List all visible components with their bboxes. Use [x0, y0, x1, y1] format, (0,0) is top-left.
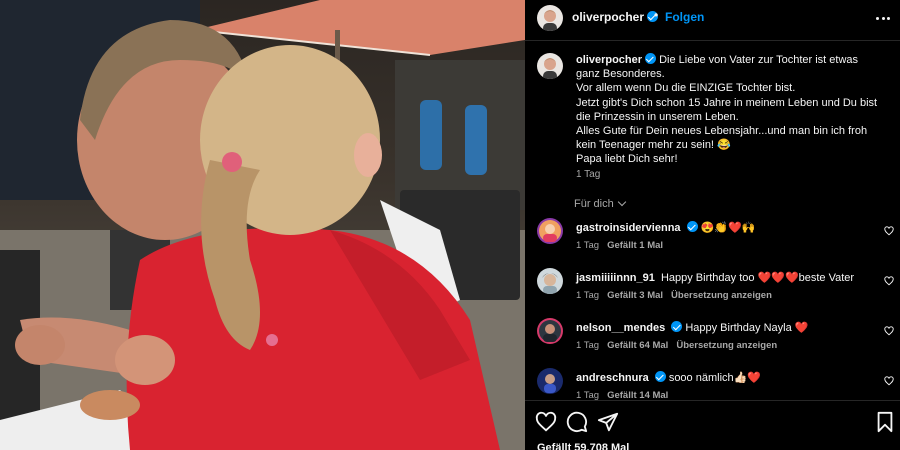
comment-username[interactable]: gastroinsidervienna [576, 222, 681, 234]
comment-text: nelson__mendes Happy Birthday Nayla ❤️ [576, 321, 808, 334]
post-photo[interactable] [0, 0, 525, 450]
caption-line: die Prinzessin in unserem Leben. [576, 110, 739, 123]
caption-line: Jetzt gibt's Dich schon 15 Jahre in mein… [576, 96, 878, 109]
comment-text: andreschnura sooo nämlich👍🏻❤️ [576, 371, 761, 384]
photo-illustration [0, 0, 525, 450]
comment-sort-dropdown[interactable]: Für dich [574, 197, 626, 210]
comment-time[interactable]: 1 Tag [576, 240, 599, 251]
translate-link[interactable]: Übersetzung anzeigen [676, 340, 777, 351]
comment-heart-icon[interactable] [884, 376, 894, 386]
author-username-text[interactable]: oliverpocher [572, 10, 644, 24]
comment-message: 😍👏❤️🙌 [700, 222, 756, 234]
comment-likes[interactable]: Gefällt 64 Mal [607, 340, 668, 351]
verified-icon [645, 53, 657, 64]
commenter-avatar[interactable] [537, 268, 563, 294]
caption-line: Vor allem wenn Du die EINZIGE Tochter bi… [576, 82, 796, 95]
caption-line: ganz Besonderes. [576, 68, 665, 81]
comment-item: nelson__mendes Happy Birthday Nayla ❤️ 1… [525, 315, 900, 361]
caption-username[interactable]: oliverpocher [576, 54, 642, 66]
caption-line: Papa liebt Dich sehr! [576, 153, 678, 166]
comment-message: Happy Birthday Nayla ❤️ [685, 322, 809, 334]
comment-time[interactable]: 1 Tag [576, 340, 599, 351]
more-options-icon[interactable] [876, 10, 890, 26]
bookmark-icon[interactable] [874, 411, 896, 433]
author-username[interactable]: oliverpocher [572, 10, 659, 24]
comment-item: jasmiiiiinnn_91 Happy Birthday too ❤️❤️❤… [525, 265, 900, 311]
comment-meta: 1 Tag Gefällt 14 Mal [576, 390, 676, 400]
comment-heart-icon[interactable] [884, 226, 894, 236]
verified-icon [671, 321, 683, 332]
commenter-avatar[interactable] [537, 218, 563, 244]
comment-sort-label: Für dich [574, 198, 614, 210]
heart-icon[interactable] [535, 411, 557, 433]
caption-line: kein Teenager mehr zu sein! 😂 [576, 139, 731, 152]
comment-meta: 1 Tag Gefällt 64 Mal Übersetzung anzeigen [576, 340, 785, 351]
comment-time[interactable]: 1 Tag [576, 290, 599, 301]
comment-icon[interactable] [566, 411, 588, 433]
comment-list[interactable]: gastroinsidervienna 😍👏❤️🙌 1 Tag Gefällt 1… [525, 215, 900, 400]
caption-avatar[interactable] [537, 53, 563, 79]
header-divider [525, 40, 900, 41]
comment-meta: 1 Tag Gefällt 3 Mal Übersetzung anzeigen [576, 290, 780, 301]
comment-message: sooo nämlich👍🏻❤️ [668, 372, 762, 384]
share-icon[interactable] [597, 411, 619, 433]
follow-button[interactable]: Folgen [665, 10, 704, 24]
translate-link[interactable]: Übersetzung anzeigen [671, 290, 772, 301]
comment-text: jasmiiiiinnn_91 Happy Birthday too ❤️❤️❤… [576, 271, 854, 284]
post-header: oliverpocher • Folgen [525, 0, 900, 36]
post-caption: oliverpocher Die Liebe von Vater zur Toc… [576, 53, 891, 167]
verified-icon [654, 371, 666, 382]
commenter-avatar[interactable] [537, 318, 563, 344]
commenter-avatar[interactable] [537, 368, 563, 394]
likes-count[interactable]: Gefällt 59.708 Mal [537, 442, 629, 450]
comment-text: gastroinsidervienna 😍👏❤️🙌 [576, 221, 755, 234]
caption-line: Die Liebe von Vater zur Tochter ist etwa… [659, 54, 859, 66]
comment-time[interactable]: 1 Tag [576, 390, 599, 400]
comment-heart-icon[interactable] [884, 326, 894, 336]
post-side-panel: oliverpocher • Folgen oliverpocher Die L… [525, 0, 900, 450]
comment-message: Happy Birthday too ❤️❤️❤️beste Vater [660, 272, 855, 284]
comment-meta: 1 Tag Gefällt 1 Mal [576, 240, 671, 251]
caption-timestamp[interactable]: 1 Tag [576, 169, 600, 180]
comment-likes[interactable]: Gefällt 14 Mal [607, 390, 668, 400]
separator-dot: • [654, 8, 659, 22]
author-avatar[interactable] [537, 5, 563, 31]
comment-likes[interactable]: Gefällt 3 Mal [607, 290, 663, 301]
comment-username[interactable]: jasmiiiiinnn_91 [576, 272, 655, 284]
comment-item: gastroinsidervienna 😍👏❤️🙌 1 Tag Gefällt 1… [525, 215, 900, 261]
comment-heart-icon[interactable] [884, 276, 894, 286]
comment-item: andreschnura sooo nämlich👍🏻❤️ 1 Tag Gefäl… [525, 365, 900, 400]
chevron-down-icon [617, 197, 626, 207]
comment-username[interactable]: nelson__mendes [576, 322, 665, 334]
caption-line: Alles Gute für Dein neues Lebensjahr...u… [576, 125, 868, 138]
verified-icon [686, 221, 698, 232]
comment-likes[interactable]: Gefällt 1 Mal [607, 240, 663, 251]
comment-username[interactable]: andreschnura [576, 372, 649, 384]
